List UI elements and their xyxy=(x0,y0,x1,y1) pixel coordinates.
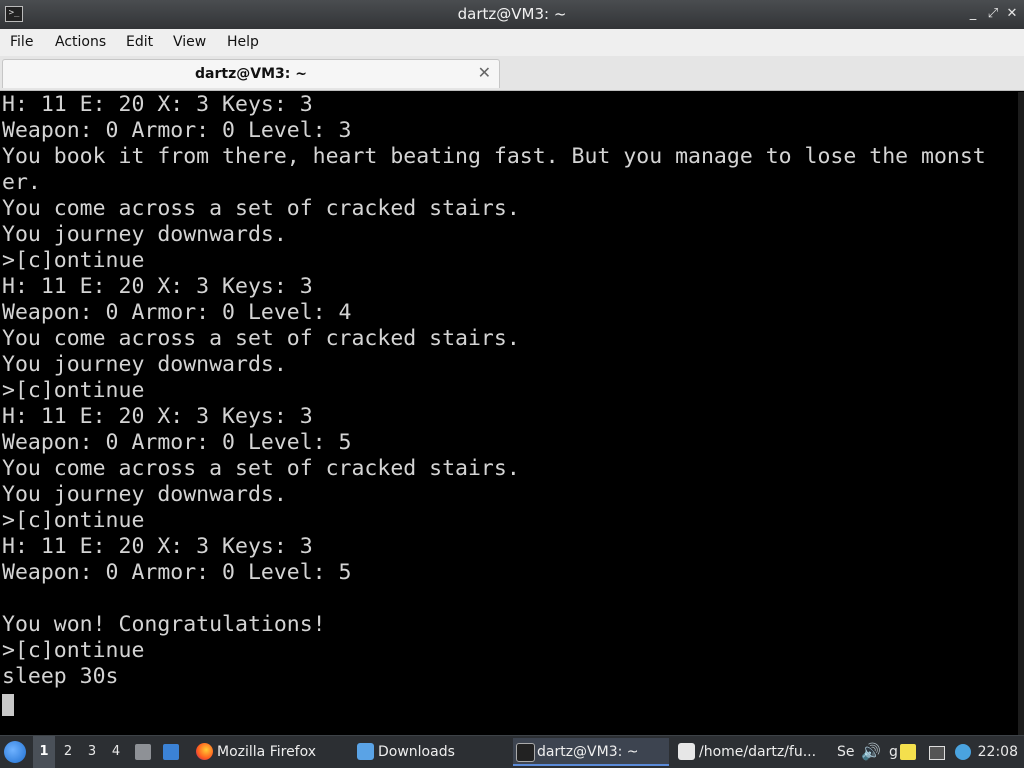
update-icon[interactable] xyxy=(955,744,971,760)
maximize-icon[interactable]: ⤢ xyxy=(984,5,1002,23)
terminal-prompt-line xyxy=(2,690,1018,716)
volume-icon[interactable]: 🔊 xyxy=(861,736,881,768)
task-label: /home/dartz/fu... xyxy=(699,744,817,760)
terminal-line: H: 11 E: 20 X: 3 Keys: 3 xyxy=(2,534,313,559)
clipboard-icon[interactable] xyxy=(900,744,916,760)
terminal-line: You come across a set of cracked stairs. xyxy=(2,456,520,481)
terminal-line: Weapon: 0 Armor: 0 Level: 3 xyxy=(2,118,352,143)
show-desktop-icon[interactable] xyxy=(163,744,179,760)
terminal-line: You come across a set of cracked stairs. xyxy=(2,326,520,351)
terminal-line: sleep 30s xyxy=(2,664,119,689)
terminal-line: Weapon: 0 Armor: 0 Level: 5 xyxy=(2,560,352,585)
terminal-line: Weapon: 0 Armor: 0 Level: 5 xyxy=(2,430,352,455)
terminal-line: er. xyxy=(2,170,41,195)
tray-item-text[interactable]: g xyxy=(889,736,898,768)
tab-label: dartz@VM3: ~ xyxy=(195,66,307,82)
menu-help[interactable]: Help xyxy=(227,34,259,50)
document-icon xyxy=(678,743,695,760)
terminal-line: H: 11 E: 20 X: 3 Keys: 3 xyxy=(2,274,313,299)
terminal-line: You won! Congratulations! xyxy=(2,612,326,637)
menu-edit[interactable]: Edit xyxy=(126,34,153,50)
task-label: dartz@VM3: ~ xyxy=(537,744,639,760)
close-window-icon[interactable]: ✕ xyxy=(1003,5,1021,23)
tab-close-icon[interactable]: ✕ xyxy=(478,63,491,82)
terminal-line: You come across a set of cracked stairs. xyxy=(2,196,520,221)
menu-bar: File Actions Edit View Help xyxy=(0,29,1024,56)
tab-strip: dartz@VM3: ~ ✕ xyxy=(0,56,1024,91)
menu-file[interactable]: File xyxy=(10,34,33,50)
terminal-line: You journey downwards. xyxy=(2,352,287,377)
file-manager-launcher-icon[interactable] xyxy=(135,744,151,760)
terminal-line: H: 11 E: 20 X: 3 Keys: 3 xyxy=(2,92,313,117)
folder-icon xyxy=(357,743,374,760)
desktop-switch-4[interactable]: 4 xyxy=(105,736,127,768)
terminal-icon xyxy=(516,743,535,762)
window-titlebar: >_ dartz@VM3: ~ _ ⤢ ✕ xyxy=(0,0,1024,29)
terminal-output[interactable]: H: 11 E: 20 X: 3 Keys: 3 Weapon: 0 Armor… xyxy=(0,92,1018,736)
task-text-editor[interactable]: /home/dartz/fu... xyxy=(675,738,855,766)
tab-terminal[interactable]: dartz@VM3: ~ ✕ xyxy=(2,59,500,88)
menu-actions[interactable]: Actions xyxy=(55,34,106,50)
desktop-switch-3[interactable]: 3 xyxy=(81,736,103,768)
terminal-line: >[c]ontinue xyxy=(2,248,145,273)
task-label: Downloads xyxy=(378,744,455,760)
terminal-line: >[c]ontinue xyxy=(2,638,145,663)
task-terminal[interactable]: dartz@VM3: ~ xyxy=(513,738,669,766)
tray-item-text[interactable]: Se xyxy=(837,736,855,768)
firefox-icon xyxy=(196,743,213,760)
clock[interactable]: 22:08 xyxy=(978,736,1018,768)
task-firefox[interactable]: Mozilla Firefox xyxy=(193,738,367,766)
desktop-switch-1[interactable]: 1 xyxy=(33,736,55,768)
terminal-line: You journey downwards. xyxy=(2,482,287,507)
task-downloads[interactable]: Downloads xyxy=(354,738,528,766)
terminal-cursor xyxy=(2,693,14,716)
task-label: Mozilla Firefox xyxy=(217,744,317,760)
network-icon[interactable] xyxy=(929,746,945,760)
window-title: dartz@VM3: ~ xyxy=(457,5,567,23)
start-menu-icon[interactable] xyxy=(4,741,26,763)
terminal-scrollbar[interactable] xyxy=(1018,92,1024,736)
terminal-line: Weapon: 0 Armor: 0 Level: 4 xyxy=(2,300,352,325)
terminal-line: You journey downwards. xyxy=(2,222,287,247)
desktop-switch-2[interactable]: 2 xyxy=(57,736,79,768)
terminal-line: H: 11 E: 20 X: 3 Keys: 3 xyxy=(2,404,313,429)
minimize-icon[interactable]: _ xyxy=(964,5,982,23)
taskbar: 1 2 3 4 Mozilla Firefox Downloads dartz@… xyxy=(0,735,1024,768)
terminal-line: >[c]ontinue xyxy=(2,508,145,533)
menu-view[interactable]: View xyxy=(173,34,206,50)
terminal-line: >[c]ontinue xyxy=(2,378,145,403)
terminal-line: You book it from there, heart beating fa… xyxy=(2,144,986,169)
